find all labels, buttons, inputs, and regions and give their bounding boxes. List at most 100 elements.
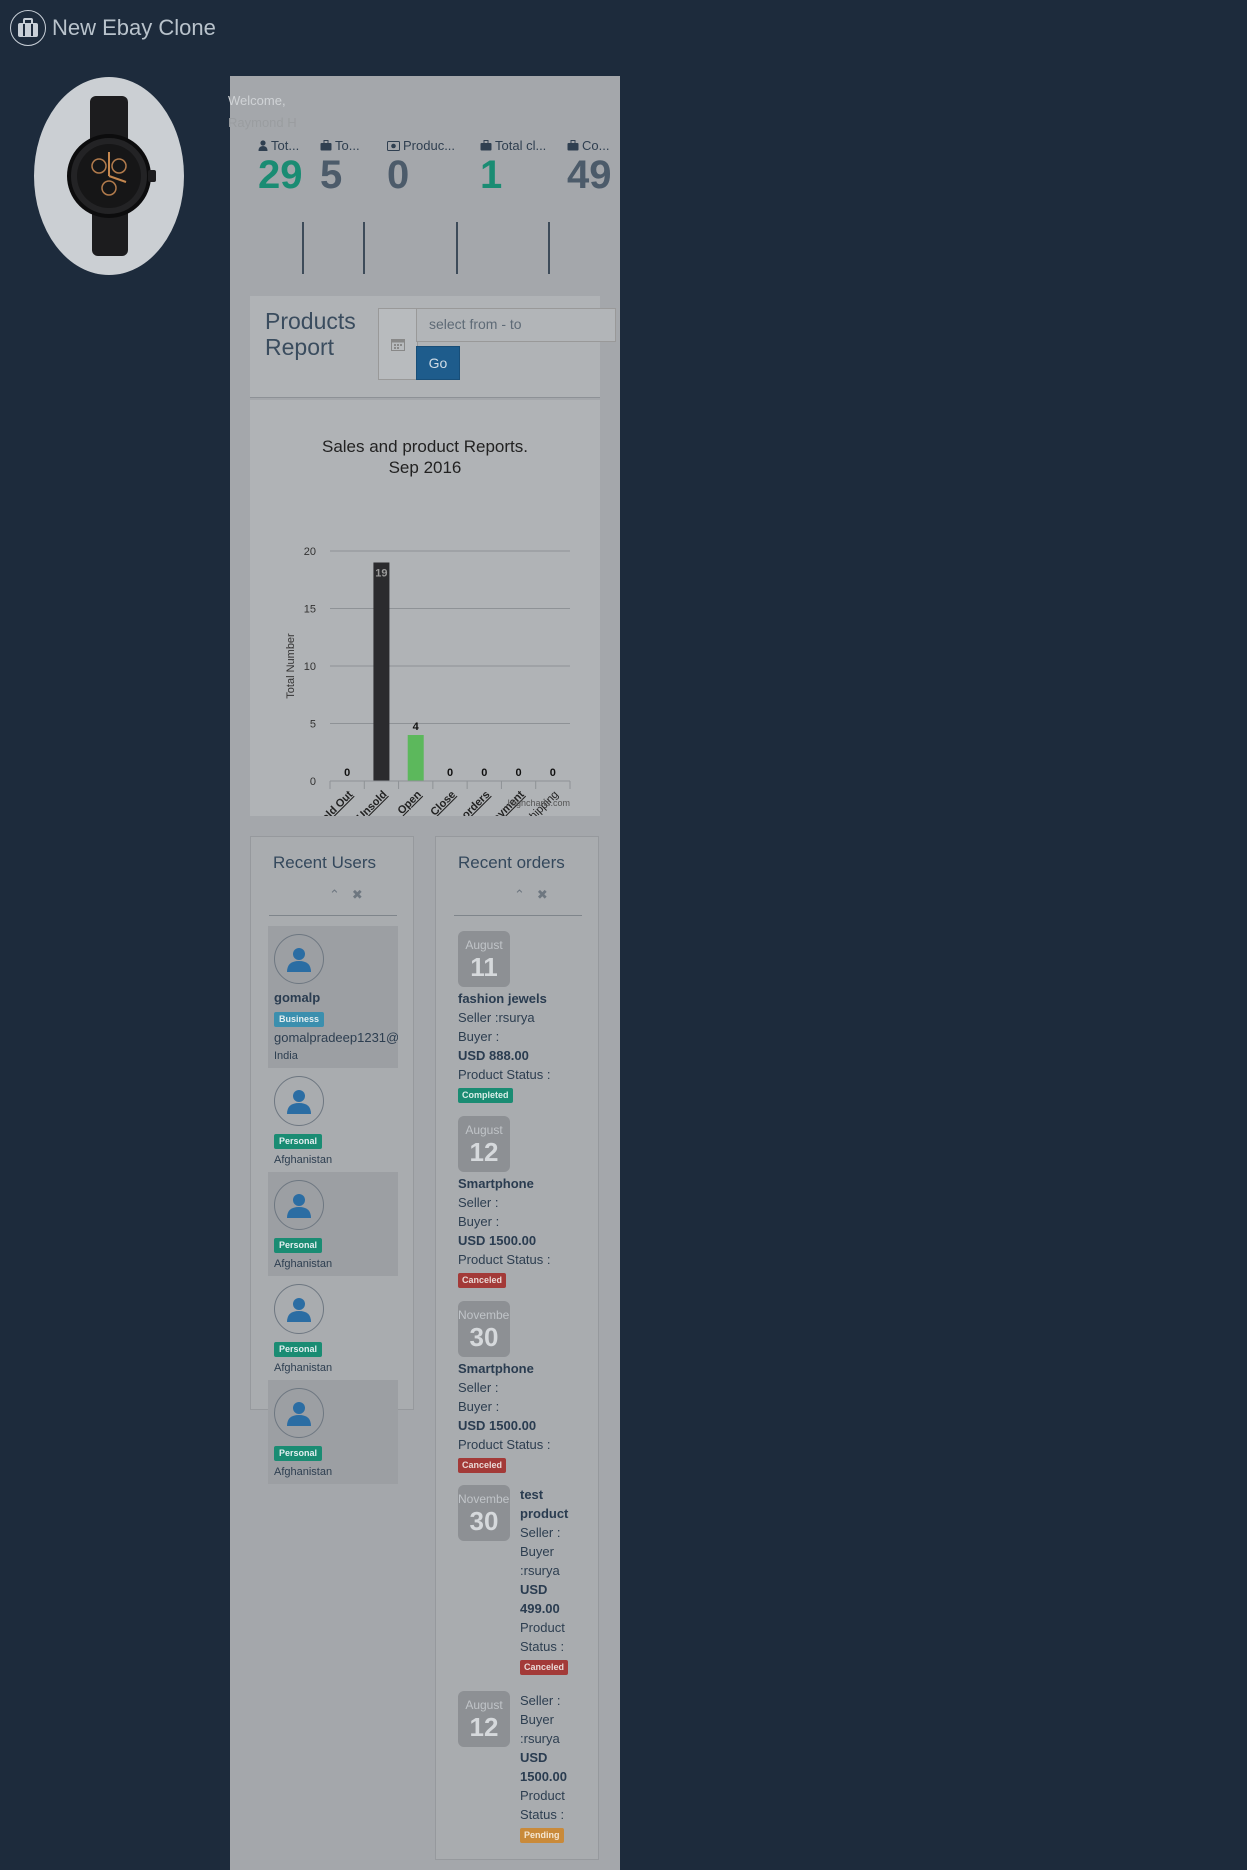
briefcase-icon xyxy=(10,10,46,46)
dashboard-panel: Welcome, Raymond H Tot... 29 To... 5 Pro… xyxy=(228,76,620,1870)
x-tick-label: Unsold xyxy=(355,789,390,816)
calendar-icon[interactable] xyxy=(378,308,418,380)
order-seller: Seller : xyxy=(520,1693,561,1708)
user-card[interactable]: Personal Afghanistan xyxy=(268,1380,398,1484)
app-title: New Ebay Clone xyxy=(52,15,216,40)
date-range-input[interactable]: select from - to xyxy=(416,308,616,342)
sales-chart: Sales and product Reports. Sep 2016 0 5 10 15… xyxy=(285,437,571,816)
profile-avatar[interactable] xyxy=(34,77,184,275)
products-report-panel: Products Report select from - to Go xyxy=(250,296,616,398)
user-name: gomalp xyxy=(274,990,321,1005)
money-icon xyxy=(387,140,400,151)
order-product[interactable]: fashion jewels xyxy=(458,991,547,1006)
order-seller: Seller :rsurya xyxy=(458,1010,535,1025)
stat-value: 5 xyxy=(320,153,343,197)
y-tick-label: 20 xyxy=(304,546,316,558)
stat-completed[interactable]: Co... 49 xyxy=(567,138,619,198)
close-icon[interactable]: ✖ xyxy=(352,887,363,903)
stat-products-sold[interactable]: Produc... 0 xyxy=(387,138,457,198)
widget-tools: ⌃ ✖ xyxy=(329,887,363,903)
collapse-icon[interactable]: ⌃ xyxy=(329,887,340,903)
order-buyer: Buyer : xyxy=(458,1399,500,1414)
order-date: August 12 xyxy=(458,1116,510,1172)
widget-divider xyxy=(454,915,582,916)
stat-divider xyxy=(363,222,365,274)
stat-divider xyxy=(548,222,550,274)
briefcase-icon xyxy=(320,140,332,151)
stat-divider xyxy=(456,222,458,274)
y-axis-label: Total Number xyxy=(285,633,297,699)
recent-orders-widget: Recent orders ⌃ ✖ August 11 fashion jewe… xyxy=(435,836,599,1860)
data-label: 0 xyxy=(447,767,453,779)
stat-value: 0 xyxy=(387,153,410,197)
user-avatar-icon xyxy=(274,934,324,984)
user-country: Afghanistan xyxy=(274,1466,333,1478)
user-type-badge: Personal xyxy=(274,1446,323,1461)
user-card[interactable]: Personal Afghanistan xyxy=(268,1172,398,1276)
stat-value: 1 xyxy=(480,153,503,197)
close-icon[interactable]: ✖ xyxy=(537,887,548,903)
order-status-badge: Canceled xyxy=(458,1273,507,1288)
order-day: 30 xyxy=(469,1322,499,1352)
user-card[interactable]: gomalp Business gomalpradeep1231@ India xyxy=(268,926,398,1068)
order-product[interactable]: Smartphone xyxy=(458,1361,534,1376)
data-label: 0 xyxy=(481,767,487,779)
widget-tools: ⌃ ✖ xyxy=(514,887,548,903)
order-date: August 11 xyxy=(458,931,510,987)
user-type-badge: Personal xyxy=(274,1134,323,1149)
x-tick-label: Open xyxy=(395,788,424,816)
chart-title: Sales and product Reports. xyxy=(322,437,528,456)
order-status-badge: Canceled xyxy=(458,1458,507,1473)
welcome-user: Raymond H xyxy=(228,115,297,130)
user-avatar-icon xyxy=(274,1284,324,1334)
data-label: 0 xyxy=(516,767,522,779)
stat-total-closed[interactable]: Total cl... 1 xyxy=(480,138,548,198)
y-tick-label: 10 xyxy=(304,661,316,673)
go-button[interactable]: Go xyxy=(416,346,460,380)
order-product[interactable]: Smartphone xyxy=(458,1176,534,1191)
stat-divider xyxy=(302,222,304,274)
data-label: 0 xyxy=(550,767,556,779)
order-seller: Seller : xyxy=(458,1195,499,1210)
stat-label: Produc... xyxy=(403,138,456,153)
order-seller: Seller : xyxy=(520,1525,561,1540)
user-avatar-icon xyxy=(274,1076,324,1126)
order-month: November xyxy=(458,1308,510,1322)
user-card[interactable]: Personal Afghanistan xyxy=(268,1276,398,1380)
briefcase-icon xyxy=(567,140,579,151)
order-day: 30 xyxy=(469,1506,499,1536)
x-tick-label: Close xyxy=(428,789,458,816)
widget-divider xyxy=(269,915,397,916)
stat-total-products[interactable]: To... 5 xyxy=(320,138,362,198)
order-status-badge: Completed xyxy=(458,1088,513,1103)
report-title: Products Report xyxy=(265,308,356,360)
order-status-label: Product Status : xyxy=(458,1067,551,1082)
sales-chart-panel: Sales and product Reports. Sep 2016 0 5 10 15… xyxy=(250,400,600,816)
user-country: Afghanistan xyxy=(274,1258,333,1270)
user-card[interactable]: Personal Afghanistan xyxy=(268,1068,398,1172)
y-tick-label: 15 xyxy=(304,604,316,616)
user-type-badge: Personal xyxy=(274,1238,323,1253)
collapse-icon[interactable]: ⌃ xyxy=(514,887,525,903)
briefcase-icon xyxy=(480,140,492,151)
order-buyer: Buyer : xyxy=(458,1029,500,1044)
stat-total-users[interactable]: Tot... 29 xyxy=(258,138,303,198)
chart-subtitle: Sep 2016 xyxy=(389,458,462,477)
stat-label: To... xyxy=(335,138,360,153)
widget-title: Recent orders xyxy=(458,853,565,872)
app-brand[interactable]: New Ebay Clone xyxy=(10,10,216,46)
order-price: USD 1500.00 xyxy=(458,1418,537,1433)
user-country: India xyxy=(274,1050,298,1062)
user-type-badge: Business xyxy=(274,1012,325,1027)
data-label: 0 xyxy=(344,767,350,779)
order-date: November 30 xyxy=(458,1485,510,1541)
stat-label: Co... xyxy=(582,138,610,153)
order-price: USD 499.00 xyxy=(520,1582,560,1616)
y-tick-label: 0 xyxy=(310,776,316,788)
report-title-line2: Report xyxy=(265,334,335,360)
widget-title: Recent Users xyxy=(273,853,376,872)
user-country: Afghanistan xyxy=(274,1362,333,1374)
order-product[interactable]: test product xyxy=(520,1487,568,1521)
y-tick-label: 5 xyxy=(310,719,316,731)
order-status-badge: Canceled xyxy=(520,1660,569,1675)
